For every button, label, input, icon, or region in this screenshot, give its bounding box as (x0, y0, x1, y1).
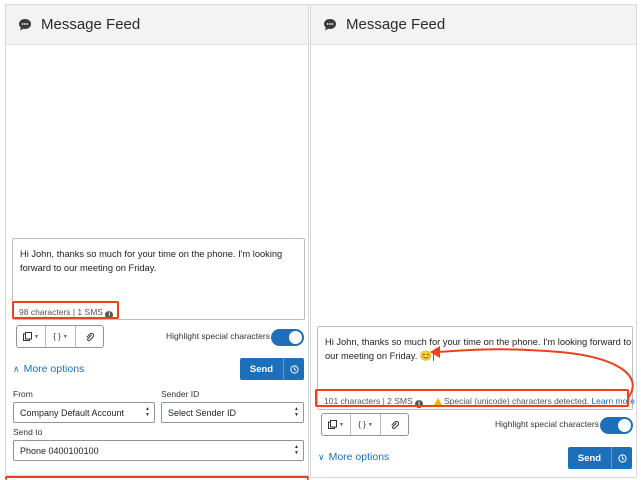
more-options-link[interactable]: ∧ More options (13, 363, 84, 375)
merge-field-dropdown-button[interactable]: { } ▼ (46, 326, 76, 347)
sender-id-select[interactable]: Select Sender ID ▲ ▼ (161, 402, 304, 423)
more-options-link[interactable]: ∨ More options (318, 451, 389, 463)
braces-icon: { } (53, 332, 61, 341)
caret-down-icon: ▼ (367, 421, 373, 428)
left-message-feed-panel: Message Feed Hi John, thanks so much for… (5, 4, 309, 476)
paperclip-icon (391, 420, 399, 429)
send-button[interactable]: Send (240, 358, 284, 380)
panel-header: Message Feed (6, 5, 308, 45)
chat-icon (324, 18, 336, 30)
template-icon (328, 420, 338, 429)
smiley-emoji: 😊 (419, 351, 433, 362)
panel-title: Message Feed (41, 16, 141, 33)
send-to-select[interactable]: Phone 0400100100 ▲ ▼ (13, 440, 304, 461)
send-button[interactable]: Send (568, 447, 612, 469)
select-arrows-icon: ▲ ▼ (145, 406, 150, 418)
highlight-special-characters-label: Highlight special characters (166, 331, 270, 341)
clock-icon (617, 453, 627, 463)
caret-down-icon: ▼ (339, 421, 344, 428)
template-dropdown-button[interactable]: ▼ (322, 414, 351, 435)
highlight-special-characters-toggle[interactable] (271, 329, 304, 346)
caret-down-icon: ▼ (62, 333, 68, 340)
schedule-send-button[interactable] (284, 358, 304, 380)
message-text: Hi John, thanks so much for your time on… (325, 337, 632, 362)
highlight-special-characters-toggle[interactable] (600, 417, 633, 434)
template-icon (23, 332, 33, 341)
message-toolbar: ▼ { } ▼ (321, 413, 409, 436)
chevron-up-icon: ∧ (13, 363, 20, 374)
message-toolbar: ▼ { } ▼ (16, 325, 104, 348)
panel-bottom-annotation (5, 476, 309, 480)
counter-warning-highlight-annotation (315, 389, 629, 407)
send-button-group: Send (240, 358, 304, 380)
highlight-special-characters-label: Highlight special characters (495, 419, 599, 429)
toggle-knob (289, 331, 302, 344)
chat-icon (19, 18, 31, 30)
template-dropdown-button[interactable]: ▼ (17, 326, 46, 347)
from-select[interactable]: Company Default Account ▲ ▼ (13, 402, 155, 423)
paperclip-icon (86, 332, 94, 341)
counter-highlight-annotation (12, 301, 119, 319)
panel-title: Message Feed (346, 16, 446, 33)
braces-icon: { } (358, 420, 366, 429)
merge-field-dropdown-button[interactable]: { } ▼ (351, 414, 381, 435)
sender-id-label: Sender ID (161, 389, 200, 399)
attach-button[interactable] (381, 414, 408, 435)
chevron-down-icon: ∨ (318, 451, 325, 462)
send-button-group: Send (568, 447, 632, 469)
panel-header: Message Feed (311, 5, 636, 45)
schedule-send-button[interactable] (612, 447, 632, 469)
send-to-label: Send to (13, 427, 43, 437)
attach-button[interactable] (76, 326, 103, 347)
from-label: From (13, 389, 33, 399)
caret-down-icon: ▼ (34, 333, 39, 340)
select-arrows-icon: ▲ ▼ (294, 444, 299, 456)
clock-icon (289, 364, 299, 374)
toggle-knob (618, 419, 631, 432)
message-text: Hi John, thanks so much for your time on… (20, 249, 283, 273)
select-arrows-icon: ▲ ▼ (294, 406, 299, 418)
